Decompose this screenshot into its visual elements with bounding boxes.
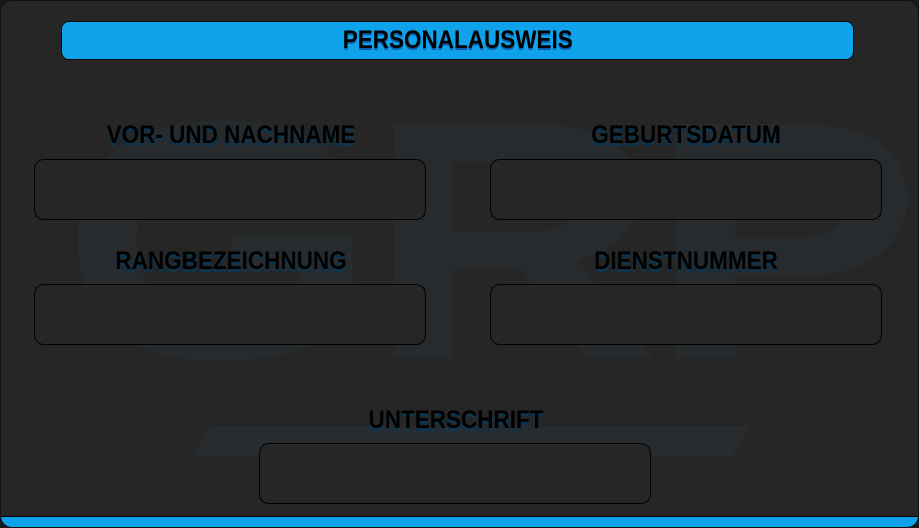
label-rank: RANGBEZEICHNUNG	[115, 247, 347, 275]
rank-field[interactable]	[34, 284, 426, 345]
service-number-field[interactable]	[490, 284, 882, 345]
name-field[interactable]	[34, 159, 426, 220]
label-name: VOR- UND NACHNAME	[106, 121, 356, 149]
signature-field[interactable]	[259, 443, 651, 504]
id-card: GRP PERSONALAUSWEIS VOR- UND NACHNAME GE…	[0, 0, 919, 528]
title-bar: PERSONALAUSWEIS	[61, 21, 854, 60]
bottom-accent-bar	[1, 516, 918, 527]
label-birthdate: GEBURTSDATUM	[591, 121, 781, 149]
page-title: PERSONALAUSWEIS	[342, 26, 573, 54]
label-service-number: DIENSTNUMMER	[594, 247, 778, 275]
birthdate-field[interactable]	[490, 159, 882, 220]
label-signature: UNTERSCHRIFT	[368, 406, 544, 434]
